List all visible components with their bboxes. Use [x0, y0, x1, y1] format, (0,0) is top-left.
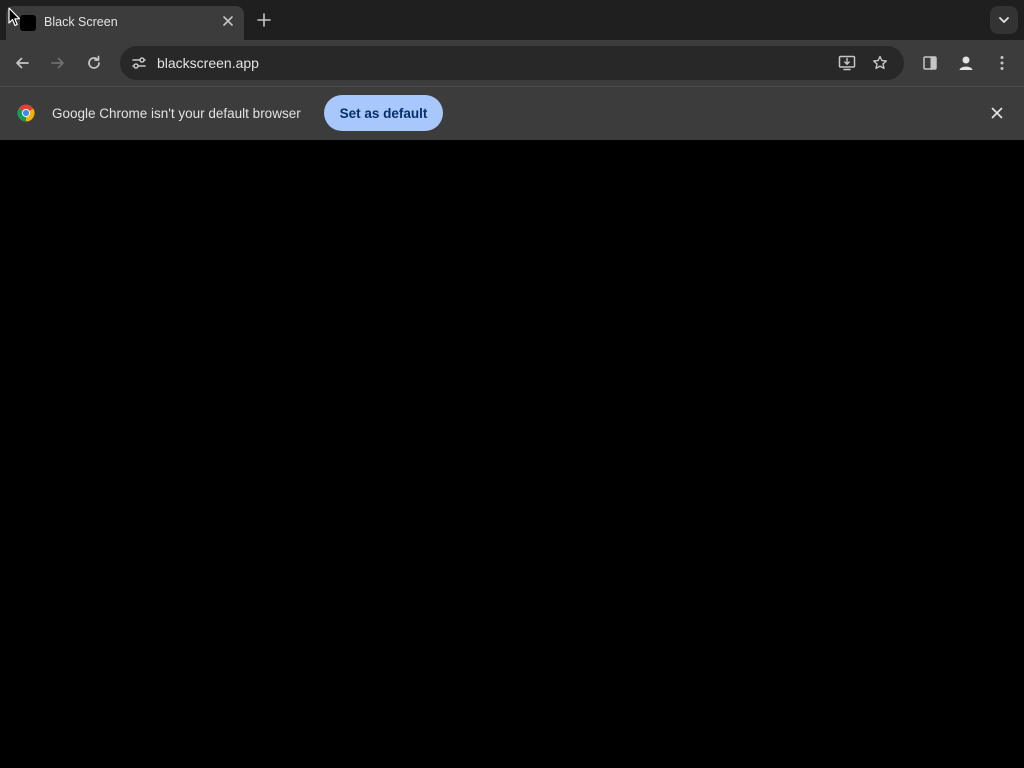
- star-icon[interactable]: [867, 50, 893, 76]
- browser-toolbar: blackscreen.app: [0, 40, 1024, 86]
- reload-icon[interactable]: [80, 49, 108, 77]
- infobar-message: Google Chrome isn't your default browser: [52, 106, 301, 121]
- tune-icon[interactable]: [126, 50, 152, 76]
- plus-icon[interactable]: [254, 10, 274, 30]
- black-square-icon: [20, 15, 36, 31]
- chevron-down-icon[interactable]: [990, 6, 1018, 34]
- arrow-right-icon[interactable]: [44, 49, 72, 77]
- close-icon[interactable]: [218, 11, 238, 31]
- mouse-cursor-icon: [8, 7, 22, 27]
- arrow-left-icon[interactable]: [8, 49, 36, 77]
- tab-strip: Black Screen: [0, 0, 1024, 40]
- profile-icon[interactable]: [952, 49, 980, 77]
- page-content[interactable]: [0, 140, 1024, 768]
- active-tab[interactable]: Black Screen: [6, 6, 244, 40]
- address-bar[interactable]: blackscreen.app: [120, 46, 904, 80]
- chrome-logo-icon: [17, 104, 35, 122]
- side-panel-icon[interactable]: [916, 49, 944, 77]
- default-browser-infobar: Google Chrome isn't your default browser…: [0, 86, 1024, 140]
- kebab-menu-icon[interactable]: [988, 49, 1016, 77]
- url-text[interactable]: blackscreen.app: [157, 54, 259, 72]
- install-app-icon[interactable]: [834, 50, 860, 76]
- set-as-default-button[interactable]: Set as default: [324, 95, 443, 131]
- close-icon[interactable]: [986, 102, 1008, 124]
- tab-title: Black Screen: [44, 15, 118, 29]
